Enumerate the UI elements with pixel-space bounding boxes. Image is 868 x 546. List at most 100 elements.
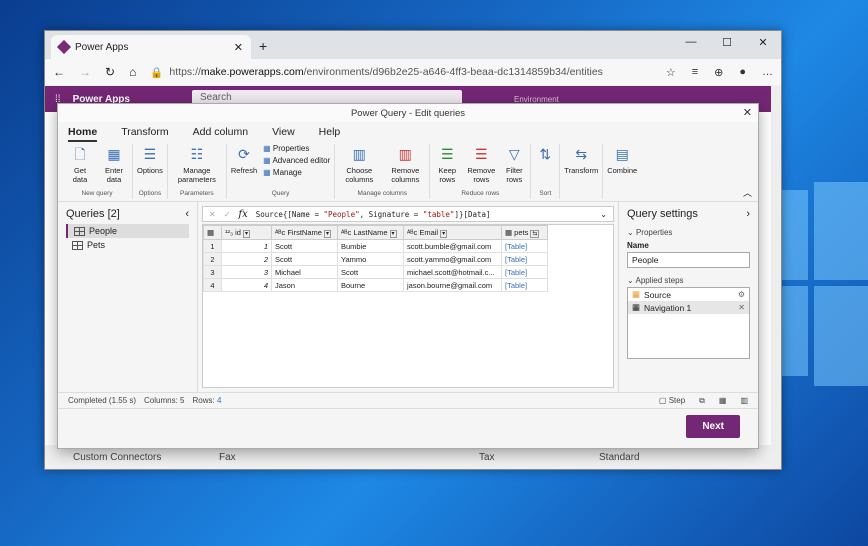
refresh-label: Refresh <box>230 166 258 175</box>
next-button[interactable]: Next <box>686 415 740 438</box>
combine-button[interactable]: ▤ Combine <box>607 144 637 176</box>
options-button[interactable]: ☰ Options <box>137 144 163 176</box>
enter-data-button[interactable]: ▦ Enter data <box>100 144 128 185</box>
row-number[interactable]: 2 <box>203 252 222 266</box>
home-icon[interactable]: ⌂ <box>129 65 136 79</box>
tab-transform[interactable]: Transform <box>121 126 168 142</box>
cell-email[interactable]: michael.scott@hotmail.c... <box>403 265 502 279</box>
cell-firstname[interactable]: Scott <box>271 239 338 253</box>
row-number[interactable]: 1 <box>203 239 222 253</box>
cancel-formula-icon[interactable]: ✕ <box>209 210 216 219</box>
rows-label: Rows: <box>192 396 215 405</box>
step-settings-icon[interactable]: ⚙ <box>738 290 745 299</box>
tab-add-column[interactable]: Add column <box>193 126 248 142</box>
cell-id[interactable]: 1 <box>221 239 272 253</box>
close-dialog-icon[interactable]: ✕ <box>743 106 752 119</box>
remove-rows-button[interactable]: ☰ Remove rows <box>466 144 496 185</box>
query-item-pets[interactable]: Pets <box>66 238 189 252</box>
collapse-queries-icon[interactable]: ‹ <box>185 208 189 220</box>
back-icon[interactable]: ← <box>53 65 65 79</box>
refresh-button[interactable]: ⟳ Refresh <box>230 144 258 176</box>
col-header-email[interactable]: ᴬᴮc Email ▾ <box>403 225 502 240</box>
table-corner[interactable]: ▦ <box>203 225 222 240</box>
forward-icon[interactable]: → <box>79 65 91 79</box>
schema-view-icon[interactable]: ▥ <box>740 396 748 406</box>
manage-button[interactable]: Manage <box>263 168 330 177</box>
cell-firstname[interactable]: Jason <box>271 278 338 292</box>
tab-home[interactable]: Home <box>68 126 98 142</box>
step-navigation-1[interactable]: ▦ Navigation 1 ✕ <box>628 301 749 314</box>
cell-pets[interactable]: [Table] <box>501 278 548 292</box>
step-view-button[interactable]: ▢ Step <box>659 396 685 406</box>
formula-text[interactable]: Source{[Name = "People", Signature = "ta… <box>256 210 593 219</box>
cell-lastname[interactable]: Scott <box>337 265 404 279</box>
col-header-id[interactable]: ¹²₃ id ▾ <box>221 225 272 240</box>
expand-column-icon[interactable]: ⇆ <box>530 230 540 238</box>
cell-email[interactable]: scott.bumble@gmail.com <box>403 239 502 253</box>
manage-parameters-button[interactable]: ☷ Manage parameters <box>172 144 222 185</box>
col-header-lastname[interactable]: ᴬᴮc LastName ▾ <box>337 225 404 240</box>
query-name-input[interactable]: People <box>627 252 750 268</box>
properties-button[interactable]: Properties <box>263 144 330 153</box>
filter-dropdown-icon[interactable]: ▾ <box>440 230 448 238</box>
cell-lastname[interactable]: Bourne <box>337 278 404 292</box>
get-data-button[interactable]: 🗋 Get data <box>66 144 94 185</box>
sort-buttons[interactable]: ⇅ <box>535 144 555 166</box>
cell-firstname[interactable]: Michael <box>271 265 338 279</box>
cell-pets[interactable]: [Table] <box>501 252 548 266</box>
cell-lastname[interactable]: Bumbie <box>337 239 404 253</box>
formula-bar[interactable]: ✕ ✓ fx Source{[Name = "People", Signatur… <box>202 206 614 222</box>
applied-steps-section[interactable]: ⌄ Applied steps <box>627 276 750 285</box>
collapse-ribbon-icon[interactable]: ︿ <box>743 186 752 199</box>
profile-icon[interactable]: ● <box>739 66 746 79</box>
commit-formula-icon[interactable]: ✓ <box>224 210 231 219</box>
filter-rows-button[interactable]: ▽ Filter rows <box>502 144 526 185</box>
filter-dropdown-icon[interactable]: ▾ <box>323 230 331 238</box>
cell-email[interactable]: jason.bourne@gmail.com <box>403 278 502 292</box>
col-label: Email <box>419 228 439 237</box>
tab-help[interactable]: Help <box>319 126 341 142</box>
page-scrollbar[interactable] <box>771 86 781 469</box>
maximize-button[interactable]: ☐ <box>709 31 745 53</box>
cell-id[interactable]: 2 <box>221 252 272 266</box>
transform-button[interactable]: ⇆ Transform <box>564 144 598 176</box>
keep-rows-button[interactable]: ☰ Keep rows <box>434 144 460 185</box>
refresh-icon[interactable]: ↻ <box>105 65 115 79</box>
cell-pets[interactable]: [Table] <box>501 239 548 253</box>
favorites-list-icon[interactable]: ≡ <box>692 66 698 79</box>
step-source[interactable]: ▦ Source ⚙ <box>628 288 749 301</box>
close-window-button[interactable]: ✕ <box>745 31 781 53</box>
advanced-editor-button[interactable]: Advanced editor <box>263 156 330 165</box>
delete-step-icon[interactable]: ✕ <box>738 303 745 312</box>
more-icon[interactable]: … <box>762 66 773 79</box>
choose-columns-button[interactable]: ▥ Choose columns <box>339 144 379 185</box>
cell-email[interactable]: scott.yammo@gmail.com <box>403 252 502 266</box>
browser-tab[interactable]: Power Apps ✕ <box>51 35 251 59</box>
filter-dropdown-icon[interactable]: ▾ <box>242 230 250 238</box>
query-item-people[interactable]: People <box>66 224 189 238</box>
tab-view[interactable]: View <box>272 126 295 142</box>
cell-lastname[interactable]: Yammo <box>337 252 404 266</box>
diagram-view-icon[interactable]: ⧉ <box>699 396 705 406</box>
table-view-icon[interactable]: ▦ <box>719 396 727 406</box>
filter-dropdown-icon[interactable]: ▾ <box>389 230 397 238</box>
expand-formula-icon[interactable]: ⌄ <box>600 210 607 219</box>
custom-connectors-item[interactable]: Custom Connectors <box>45 452 175 463</box>
col-header-firstname[interactable]: ᴬᴮc FirstName ▾ <box>271 225 338 240</box>
col-header-pets[interactable]: ▦ pets ⇆ <box>501 225 548 240</box>
cell-id[interactable]: 3 <box>221 265 272 279</box>
cell-firstname[interactable]: Scott <box>271 252 338 266</box>
url-field[interactable]: 🔒 https://make.powerapps.com/environment… <box>150 66 652 79</box>
properties-section[interactable]: ⌄ Properties <box>627 228 750 237</box>
row-number[interactable]: 4 <box>203 278 222 292</box>
new-tab-button[interactable]: + <box>259 38 267 54</box>
collapse-settings-icon[interactable]: › <box>746 208 750 220</box>
row-number[interactable]: 3 <box>203 265 222 279</box>
remove-columns-button[interactable]: ▥ Remove columns <box>385 144 425 185</box>
cell-id[interactable]: 4 <box>221 278 272 292</box>
collections-icon[interactable]: ⊕ <box>714 66 723 79</box>
cell-pets[interactable]: [Table] <box>501 265 548 279</box>
close-tab-icon[interactable]: ✕ <box>234 41 243 54</box>
favorite-icon[interactable]: ☆ <box>666 66 676 79</box>
minimize-button[interactable]: — <box>673 31 709 53</box>
